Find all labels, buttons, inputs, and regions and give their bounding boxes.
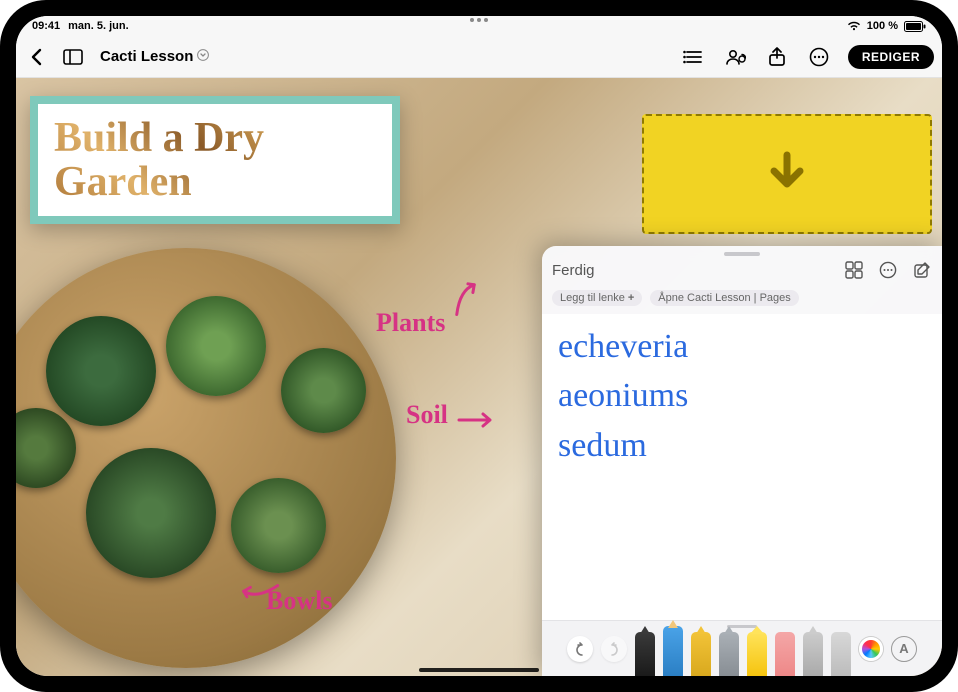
color-picker[interactable] xyxy=(859,637,883,661)
quick-note-panel[interactable]: Ferdig xyxy=(542,246,942,676)
title-card[interactable]: Build a Dry Garden xyxy=(30,96,400,224)
note-open-source-label: Åpne Cacti Lesson | Pages xyxy=(658,292,791,304)
succulent-photo xyxy=(86,448,216,578)
succulent-photo xyxy=(46,316,156,426)
share-icon[interactable] xyxy=(764,44,790,70)
slide-canvas[interactable]: Build a Dry Garden Plants Soil Bowls xyxy=(16,78,942,676)
undo-button[interactable] xyxy=(567,636,593,662)
tool-highlighter[interactable] xyxy=(747,632,767,676)
annotation-bowls: Bowls xyxy=(266,586,332,616)
wifi-icon xyxy=(847,21,861,31)
heading-line1: Build a Dry xyxy=(54,115,264,161)
arrow-down-icon xyxy=(764,149,810,200)
chevron-down-icon[interactable] xyxy=(197,48,209,65)
tool-pen[interactable] xyxy=(635,632,655,676)
document-title[interactable]: Cacti Lesson xyxy=(100,48,193,65)
tool-eraser[interactable] xyxy=(775,632,795,676)
multitask-indicator[interactable] xyxy=(470,18,488,22)
tool-ruler[interactable] xyxy=(831,632,851,676)
succulent-photo xyxy=(231,478,326,573)
annotation-soil: Soil xyxy=(406,400,448,430)
status-battery-text: 100 % xyxy=(867,20,898,32)
outline-icon[interactable] xyxy=(680,44,706,70)
heading-line2: Garden xyxy=(54,159,192,205)
annotation-plants: Plants xyxy=(376,308,445,338)
markup-toolbar: A xyxy=(542,620,942,676)
status-bar: 09:41 man. 5. jun. 100 % xyxy=(16,16,942,36)
media-placeholder[interactable] xyxy=(642,114,932,234)
note-done-button[interactable]: Ferdig xyxy=(552,262,595,279)
note-more-icon[interactable] xyxy=(878,260,898,280)
note-add-link-label: Legg til lenke xyxy=(560,292,625,304)
note-handwriting-line: aeoniums xyxy=(558,371,926,420)
succulent-photo xyxy=(166,296,266,396)
note-handwriting-line: sedum xyxy=(558,421,926,470)
tool-crayon[interactable] xyxy=(719,632,739,676)
note-grid-icon[interactable] xyxy=(844,260,864,280)
ipad-frame: 09:41 man. 5. jun. 100 % xyxy=(0,0,958,692)
tool-lasso[interactable] xyxy=(803,632,823,676)
note-compose-icon[interactable] xyxy=(912,260,932,280)
note-handwriting-line: echeveria xyxy=(558,322,926,371)
app-toolbar: Cacti Lesson xyxy=(16,36,942,78)
note-open-source-chip[interactable]: Åpne Cacti Lesson | Pages xyxy=(650,290,799,306)
note-body[interactable]: echeveria aeoniums sedum xyxy=(542,314,942,620)
note-grabber[interactable] xyxy=(724,252,760,256)
status-date: man. 5. jun. xyxy=(68,20,129,32)
tool-text[interactable]: A xyxy=(891,636,917,662)
note-add-link-chip[interactable]: Legg til lenke + xyxy=(552,290,642,306)
edit-button[interactable]: REDIGER xyxy=(848,45,934,69)
collaborate-icon[interactable] xyxy=(722,44,748,70)
status-time: 09:41 xyxy=(32,20,60,32)
back-button[interactable] xyxy=(24,44,50,70)
battery-icon xyxy=(904,21,926,32)
redo-button[interactable] xyxy=(601,636,627,662)
sidebar-toggle-icon[interactable] xyxy=(60,44,86,70)
tool-marker[interactable] xyxy=(691,632,711,676)
more-icon[interactable] xyxy=(806,44,832,70)
tool-pencil[interactable] xyxy=(663,626,683,676)
home-indicator[interactable] xyxy=(419,668,539,672)
succulent-photo xyxy=(281,348,366,433)
annotation-arrow-icon xyxy=(456,410,496,435)
plus-icon: + xyxy=(628,292,634,304)
screen: 09:41 man. 5. jun. 100 % xyxy=(16,16,942,676)
